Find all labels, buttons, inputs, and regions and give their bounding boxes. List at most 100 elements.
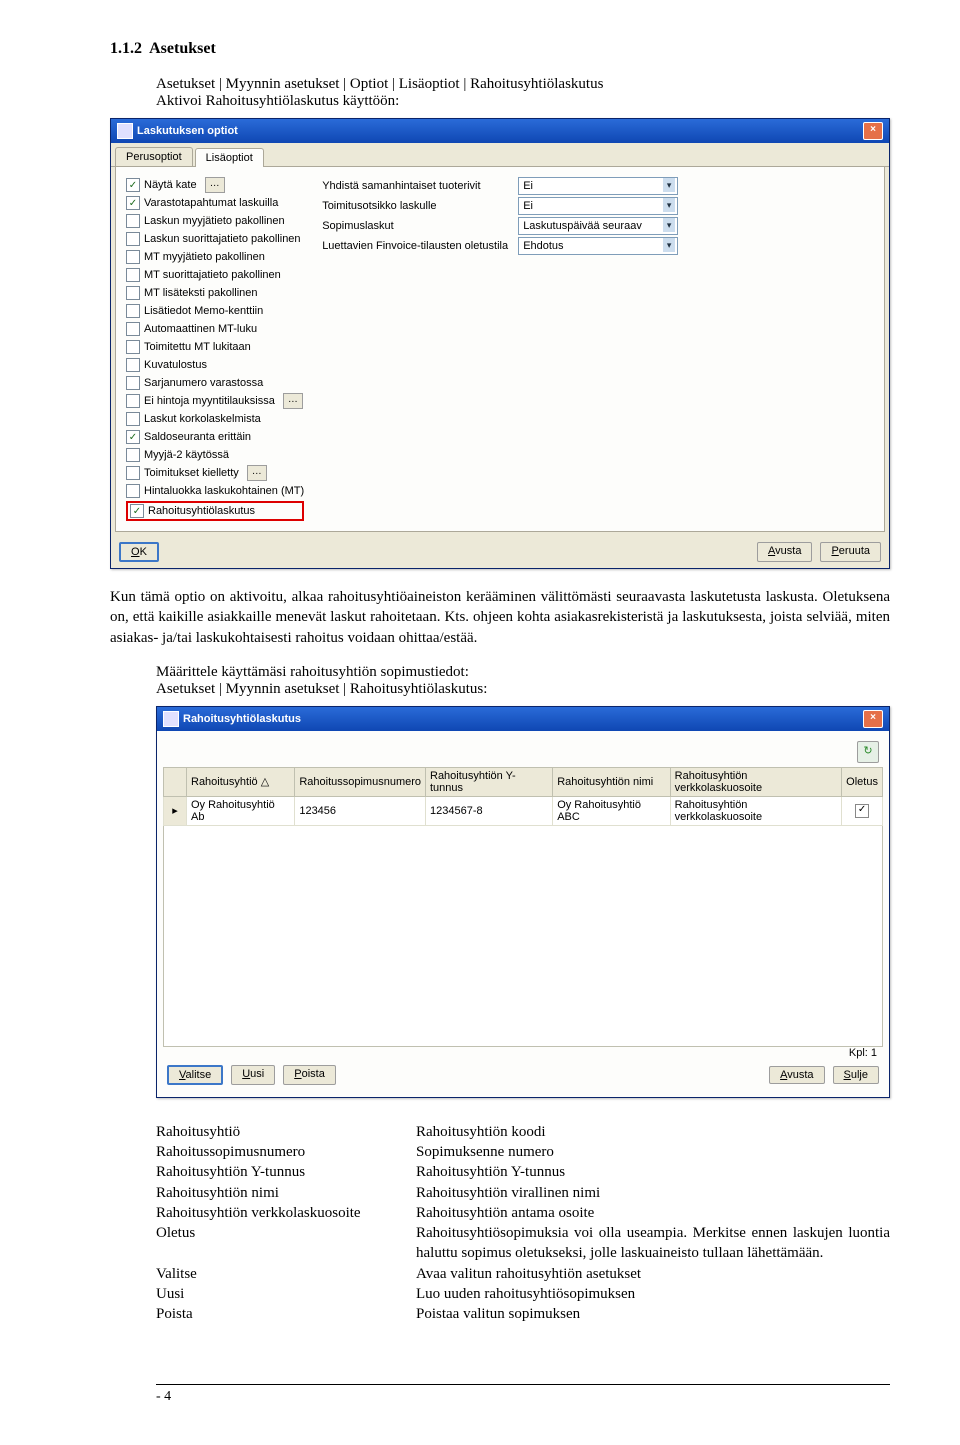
dropdown-row: Luettavien Finvoice-tilausten oletustila… xyxy=(322,237,678,255)
table-row[interactable]: ▸ Oy Rahoitusyhtiö Ab 123456 1234567-8 O… xyxy=(164,796,883,825)
col-einvoice[interactable]: Rahoitusyhtiön verkkolaskuosoite xyxy=(670,767,842,796)
checkbox-icon[interactable] xyxy=(126,322,140,336)
checkbox-icon[interactable] xyxy=(126,178,140,192)
dropdown-select[interactable]: Ei xyxy=(518,177,678,195)
dropdown-select[interactable]: Laskutuspäivää seuraav xyxy=(518,217,678,235)
checkbox-label: Myyjä-2 käytössä xyxy=(144,449,229,461)
checkbox-icon[interactable] xyxy=(126,484,140,498)
definition-desc: Avaa valitun rahoitusyhtiön asetukset xyxy=(416,1264,890,1284)
help-button[interactable]: Avusta xyxy=(769,1066,824,1084)
ok-button[interactable]: OK xyxy=(119,542,159,562)
checkbox-icon[interactable] xyxy=(126,196,140,210)
checkbox-row[interactable]: MT lisäteksti pakollinen xyxy=(126,285,304,301)
checkbox-row[interactable]: MT myyjätieto pakollinen xyxy=(126,249,304,265)
col-default[interactable]: Oletus xyxy=(842,767,883,796)
checkbox-row[interactable]: Kuvatulostus xyxy=(126,357,304,373)
checkbox-label: Varastotapahtumat laskuilla xyxy=(144,197,278,209)
help-button[interactable]: Avusta xyxy=(757,542,812,562)
checkbox-icon[interactable] xyxy=(126,394,140,408)
definition-term: Poista xyxy=(156,1304,416,1324)
row-indicator-icon: ▸ xyxy=(164,796,187,825)
page-footer: - 4 xyxy=(156,1384,890,1405)
definition-row: ValitseAvaa valitun rahoitusyhtiön asetu… xyxy=(156,1264,890,1284)
definition-desc: Rahoitusyhtiön antama osoite xyxy=(416,1203,890,1223)
checkbox-icon[interactable] xyxy=(126,286,140,300)
checkbox-row[interactable]: Sarjanumero varastossa xyxy=(126,375,304,391)
checkbox-row[interactable]: Toimitettu MT lukitaan xyxy=(126,339,304,355)
checkbox-icon[interactable] xyxy=(126,340,140,354)
col-contract[interactable]: Rahoitussopimusnumero xyxy=(295,767,426,796)
delete-button[interactable]: Poista xyxy=(283,1065,336,1085)
checkbox-row[interactable]: Varastotapahtumat laskuilla xyxy=(126,195,304,211)
titlebar: Rahoitusyhtiölaskutus × xyxy=(157,707,889,731)
checkbox-icon[interactable] xyxy=(126,376,140,390)
checkbox-row[interactable]: Laskut korkolaskelmista xyxy=(126,411,304,427)
checkbox-label: MT myyjätieto pakollinen xyxy=(144,251,265,263)
checkbox-icon[interactable] xyxy=(126,358,140,372)
checkbox-row[interactable]: Laskun myyjätieto pakollinen xyxy=(126,213,304,229)
close-icon[interactable]: × xyxy=(863,122,883,140)
dropdown-column-right: Yhdistä samanhintaiset tuoterivitEiToimi… xyxy=(322,177,678,521)
tab-perusoptiot[interactable]: Perusoptiot xyxy=(115,147,193,166)
col-ytunnus[interactable]: Rahoitusyhtiön Y-tunnus xyxy=(426,767,553,796)
checkbox-label: Hintaluokka laskukohtainen (MT) xyxy=(144,485,304,497)
checkbox-row[interactable]: Rahoitusyhtiölaskutus xyxy=(126,501,304,521)
col-name[interactable]: Rahoitusyhtiön nimi xyxy=(553,767,670,796)
checkbox-label: Laskun myyjätieto pakollinen xyxy=(144,215,285,227)
definition-row: PoistaPoistaa valitun sopimuksen xyxy=(156,1304,890,1324)
checkbox-icon[interactable] xyxy=(126,214,140,228)
checkbox-row[interactable]: Näytä kate… xyxy=(126,177,304,193)
checkbox-icon[interactable] xyxy=(126,268,140,282)
dropdown-label: Luettavien Finvoice-tilausten oletustila xyxy=(322,240,512,252)
checkbox-icon[interactable] xyxy=(126,304,140,318)
definition-desc: Rahoitusyhtiön Y-tunnus xyxy=(416,1162,890,1182)
cancel-button[interactable]: Peruuta xyxy=(820,542,881,562)
checkbox-icon[interactable] xyxy=(126,466,140,480)
checkbox-icon[interactable] xyxy=(855,804,869,818)
dropdown-row: Sopimuslaskut Laskutuspäivää seuraav xyxy=(322,217,678,235)
definition-row: RahoitusyhtiöRahoitusyhtiön koodi xyxy=(156,1122,890,1142)
body-paragraph-3: Asetukset | Myynnin asetukset | Rahoitus… xyxy=(156,681,890,698)
new-button[interactable]: Uusi xyxy=(231,1065,275,1085)
checkbox-icon[interactable] xyxy=(130,504,144,518)
refresh-icon[interactable]: ↻ xyxy=(857,741,879,763)
checkbox-label: Laskut korkolaskelmista xyxy=(144,413,261,425)
dropdown-select[interactable]: Ei xyxy=(518,197,678,215)
checkbox-label: MT lisäteksti pakollinen xyxy=(144,287,258,299)
checkbox-icon[interactable] xyxy=(126,232,140,246)
checkbox-row[interactable]: Toimitukset kielletty … xyxy=(126,465,304,481)
contracts-dialog: Rahoitusyhtiölaskutus × ↻ Rahoitusyhtiö … xyxy=(156,706,890,1098)
dropdown-select[interactable]: Ehdotus xyxy=(518,237,678,255)
ellipsis-button[interactable]: … xyxy=(247,465,267,481)
definition-desc: Rahoitusyhtiön koodi xyxy=(416,1122,890,1142)
close-icon[interactable]: × xyxy=(863,710,883,728)
checkbox-row[interactable]: Lisätiedot Memo-kenttiin xyxy=(126,303,304,319)
contracts-grid: Rahoitusyhtiö △ Rahoitussopimusnumero Ra… xyxy=(163,767,883,826)
checkbox-row[interactable]: Hintaluokka laskukohtainen (MT) xyxy=(126,483,304,499)
ellipsis-button[interactable]: … xyxy=(205,177,225,193)
checkbox-row[interactable]: Myyjä-2 käytössä xyxy=(126,447,304,463)
dropdown-label: Sopimuslaskut xyxy=(322,220,512,232)
select-button[interactable]: Valitse xyxy=(167,1065,223,1085)
cell-default[interactable] xyxy=(842,796,883,825)
options-dialog: Laskutuksen optiot × Perusoptiot Lisäopt… xyxy=(110,118,890,569)
ellipsis-button[interactable]: … xyxy=(283,393,303,409)
checkbox-icon[interactable] xyxy=(126,250,140,264)
tab-lisaoptiot[interactable]: Lisäoptiot xyxy=(195,148,264,167)
checkbox-row[interactable]: Laskun suorittajatieto pakollinen xyxy=(126,231,304,247)
dropdown-row: Toimitusotsikko laskulleEi xyxy=(322,197,678,215)
checkbox-label: Toimitukset kielletty xyxy=(144,467,239,479)
definition-term: Uusi xyxy=(156,1284,416,1304)
col-company[interactable]: Rahoitusyhtiö △ xyxy=(187,767,295,796)
checkbox-icon[interactable] xyxy=(126,448,140,462)
close-button[interactable]: Sulje xyxy=(833,1066,879,1084)
section-title: Asetukset xyxy=(149,40,216,57)
checkbox-row[interactable]: MT suorittajatieto pakollinen xyxy=(126,267,304,283)
intro-path: Asetukset | Myynnin asetukset | Optiot |… xyxy=(156,76,890,93)
checkbox-row[interactable]: Saldoseuranta erittäin xyxy=(126,429,304,445)
app-icon xyxy=(163,711,179,727)
checkbox-icon[interactable] xyxy=(126,430,140,444)
checkbox-row[interactable]: Ei hintoja myyntitilauksissa… xyxy=(126,393,304,409)
checkbox-row[interactable]: Automaattinen MT-luku xyxy=(126,321,304,337)
checkbox-icon[interactable] xyxy=(126,412,140,426)
